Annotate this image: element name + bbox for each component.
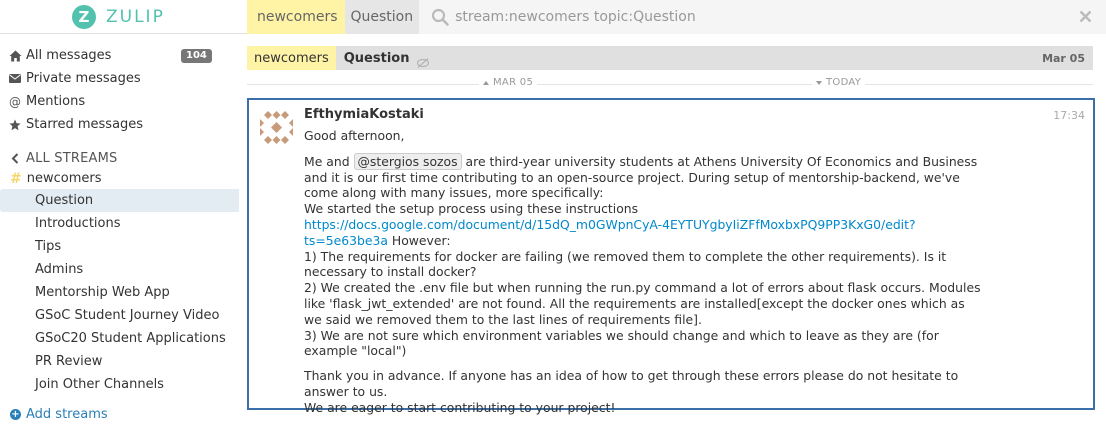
sidebar-topic-item[interactable]: GSoC Student Journey Video	[0, 304, 240, 327]
caret-down-icon	[816, 80, 822, 85]
add-streams-link[interactable]: + Add streams	[0, 404, 240, 424]
all-streams-header[interactable]: ALL STREAMS	[0, 148, 240, 168]
search-stream-pill[interactable]: newcomers	[247, 0, 345, 34]
topic-label: Introductions	[35, 216, 121, 231]
brand-home-link[interactable]: Z ZULIP	[72, 5, 165, 29]
sidebar-item-mentions[interactable]: @ Mentions	[0, 90, 240, 113]
sidebar-topic-item[interactable]: Mentorship Web App	[0, 281, 240, 304]
message-greeting: Good afternoon,	[304, 128, 405, 143]
date-separator: MAR 05 TODAY	[247, 72, 1093, 96]
recipient-bar: newcomers Question Mar 05	[247, 46, 1093, 70]
date-separator-left-label: MAR 05	[493, 77, 534, 88]
recipient-date: Mar 05	[1042, 51, 1085, 65]
search-input[interactable]	[455, 9, 1076, 25]
eye-slash-icon[interactable]	[417, 53, 430, 68]
recipient-stream-label[interactable]: newcomers	[247, 46, 336, 70]
topic-label: Mentorship Web App	[35, 285, 170, 300]
message-text: However:	[387, 232, 451, 248]
zulip-logo-icon: Z	[72, 5, 96, 29]
sidebar-item-all-messages[interactable]: All messages 104	[0, 44, 240, 67]
plus-circle-icon: +	[10, 408, 21, 420]
sidebar-topic-item[interactable]: Tips	[0, 235, 240, 258]
caret-up-icon	[483, 80, 489, 85]
sidebar-item-label: Mentions	[26, 94, 86, 109]
search-icon[interactable]	[431, 8, 449, 26]
at-icon: @	[9, 94, 21, 109]
add-streams-label: Add streams	[26, 406, 108, 422]
topic-label: Tips	[35, 239, 62, 254]
sidebar-topic-item[interactable]: Question	[0, 189, 239, 212]
message-list-item: 2) We created the .env file but when run…	[304, 280, 981, 327]
stream-name: newcomers	[26, 171, 102, 186]
search-topic-pill[interactable]: Question	[344, 0, 420, 34]
topic-label: PR Review	[35, 354, 103, 369]
message-list-item: 1) The requirements for docker are faili…	[304, 248, 947, 280]
envelope-icon	[8, 72, 22, 86]
message-paragraph: We started the setup process using these…	[304, 201, 984, 359]
sidebar-stream-newcomers[interactable]: # newcomers	[0, 168, 240, 189]
message-text: Me and	[304, 153, 354, 169]
message-line: We started the setup process using these…	[304, 201, 984, 248]
topic-label: Join Other Channels	[35, 377, 164, 392]
date-separator-left: MAR 05	[479, 77, 538, 88]
close-icon[interactable]	[1078, 9, 1092, 23]
stream-hash-icon: #	[10, 170, 22, 187]
sidebar-item-label: Starred messages	[26, 117, 144, 132]
sidebar-topic-item[interactable]: Introductions	[0, 212, 240, 235]
sidebar-topic-item[interactable]: GSoC20 Student Applications	[0, 327, 240, 350]
left-sidebar: All messages 104 Private messages @ Ment…	[0, 44, 240, 424]
sidebar-item-private-messages[interactable]: Private messages	[0, 67, 240, 90]
all-streams-label: ALL STREAMS	[26, 150, 118, 166]
search-bar[interactable]: newcomers Question	[247, 0, 1106, 34]
date-separator-right-label: TODAY	[826, 77, 862, 88]
message-paragraph: Me and @stergios sozos are third-year un…	[304, 152, 984, 201]
unread-count-badge: 104	[181, 49, 212, 63]
separator-line	[247, 84, 1093, 85]
sidebar-topic-item[interactable]: Admins	[0, 258, 240, 281]
sidebar-topic-item[interactable]: Join Other Channels	[0, 373, 240, 396]
date-separator-right: TODAY	[812, 77, 866, 88]
avatar[interactable]	[259, 110, 294, 145]
sidebar-item-label: Private messages	[26, 71, 141, 86]
sidebar-item-label: All messages	[26, 48, 112, 63]
sidebar-topic-item[interactable]: PR Review	[0, 350, 240, 373]
message-list-item: 3) We are not sure which environment var…	[304, 327, 939, 359]
message-timestamp[interactable]: 17:34	[1053, 109, 1085, 122]
message-row-selected[interactable]: EfthymiaKostaki 17:34 Good afternoon, Me…	[247, 98, 1095, 415]
topic-label: Admins	[35, 262, 84, 277]
message-content: Good afternoon, Me and @stergios sozos a…	[304, 128, 984, 425]
sidebar-item-starred-messages[interactable]: Starred messages	[0, 113, 240, 136]
message-text: We started the setup process using these…	[304, 201, 639, 217]
message-closing: Thank you in advance. If anyone has an i…	[304, 368, 959, 399]
message-sender[interactable]: EfthymiaKostaki	[304, 107, 424, 122]
star-icon	[8, 118, 22, 132]
message-closing: We are eager to start contributing to yo…	[304, 399, 616, 415]
user-mention[interactable]: @stergios sozos	[353, 152, 462, 170]
home-icon	[8, 49, 22, 63]
chevron-left-icon	[8, 151, 22, 165]
recipient-topic-label[interactable]: Question	[344, 51, 410, 66]
top-navbar: Z ZULIP newcomers Question	[0, 0, 1106, 34]
brand-name: ZULIP	[106, 7, 165, 27]
topic-label: GSoC20 Student Applications	[35, 331, 226, 346]
topic-label: Question	[35, 193, 94, 208]
topic-label: GSoC Student Journey Video	[35, 308, 220, 323]
